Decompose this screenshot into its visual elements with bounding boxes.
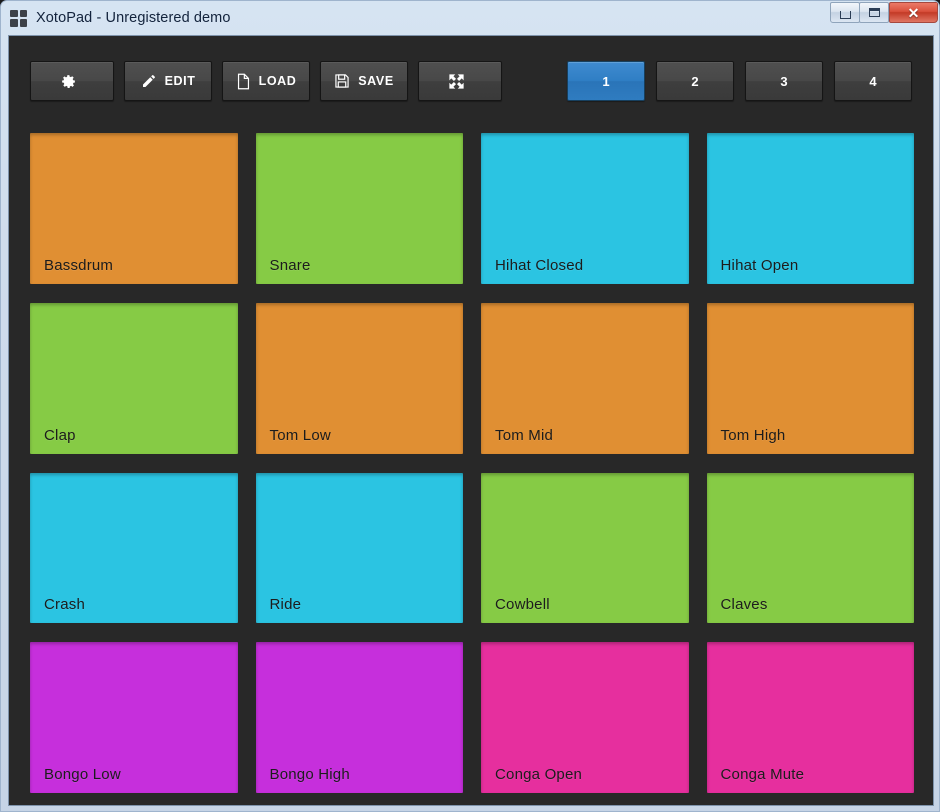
pad[interactable]: Bassdrum [30, 133, 238, 284]
pad[interactable]: Claves [706, 472, 914, 624]
pad-label: Hihat Open [720, 256, 799, 274]
grid-2x2-icon [10, 9, 27, 27]
pad-label: Hihat Closed [495, 256, 584, 274]
pad-label: Clap [44, 426, 76, 444]
pad[interactable]: Bongo High [255, 642, 463, 793]
pad-label: Conga Mute [720, 766, 805, 783]
save-button-label: SAVE [358, 74, 394, 88]
load-button-label: LOAD [258, 74, 297, 88]
pad[interactable]: Conga Open [481, 642, 689, 793]
pad-label: Tom High [720, 426, 786, 444]
pad-label: Bassdrum [44, 256, 114, 274]
pencil-icon [141, 73, 157, 89]
edit-button-label: EDIT [164, 74, 196, 88]
settings-button[interactable] [30, 61, 114, 101]
pad[interactable]: Tom Mid [481, 302, 689, 454]
window-controls: ✕ [830, 2, 938, 23]
title-bar[interactable]: XotoPad - Unregistered demo ✕ [1, 1, 939, 35]
pad-label: Crash [44, 596, 86, 614]
pad-grid: Bassdrum Snare Hihat Closed Hihat Open C… [30, 133, 914, 793]
pad-label: Bongo Low [44, 766, 121, 783]
fullscreen-button[interactable] [418, 61, 502, 101]
minimize-icon [839, 11, 851, 19]
close-icon: ✕ [907, 4, 920, 21]
maximize-button[interactable] [859, 2, 889, 23]
pad[interactable]: Tom High [706, 302, 914, 454]
page-button-1[interactable]: 1 [567, 61, 645, 101]
pad[interactable]: Tom Low [255, 302, 463, 454]
pad[interactable]: Clap [30, 302, 238, 454]
pad[interactable]: Conga Mute [706, 642, 914, 793]
pad[interactable]: Hihat Closed [481, 133, 689, 284]
pad[interactable]: Bongo Low [30, 642, 238, 793]
pad-label: Bongo High [269, 766, 350, 783]
maximize-icon [868, 8, 880, 17]
pad-label: Tom Low [269, 426, 331, 444]
document-icon [236, 73, 251, 90]
pad-label: Conga Open [495, 766, 583, 783]
app-client-area: EDIT LOAD SAVE 1 2 3 4 Bassdrum Snare Hi… [8, 35, 934, 806]
pad-label: Tom Mid [495, 426, 554, 444]
gear-icon [60, 73, 77, 90]
page-button-3[interactable]: 3 [745, 61, 823, 101]
pad-label: Snare [269, 256, 311, 274]
pad[interactable]: Cowbell [481, 472, 689, 624]
page-button-2[interactable]: 2 [656, 61, 734, 101]
pad-label: Ride [269, 596, 302, 614]
minimize-button[interactable] [830, 2, 860, 23]
pad[interactable]: Snare [255, 133, 463, 284]
page-button-4[interactable]: 4 [834, 61, 912, 101]
pad-label: Claves [720, 596, 768, 614]
pad[interactable]: Ride [255, 472, 463, 624]
application-window: XotoPad - Unregistered demo ✕ EDIT LOAD … [0, 0, 940, 812]
pad[interactable]: Crash [30, 472, 238, 624]
save-button[interactable]: SAVE [320, 61, 408, 101]
close-button[interactable]: ✕ [889, 2, 938, 23]
edit-button[interactable]: EDIT [124, 61, 212, 101]
pad-label: Cowbell [495, 596, 550, 614]
expand-arrows-icon [447, 72, 466, 91]
window-title: XotoPad - Unregistered demo [36, 10, 231, 26]
pad[interactable]: Hihat Open [706, 133, 914, 284]
floppy-disk-icon [334, 73, 350, 89]
load-button[interactable]: LOAD [222, 61, 310, 101]
toolbar: EDIT LOAD SAVE 1 2 3 4 [9, 36, 933, 126]
